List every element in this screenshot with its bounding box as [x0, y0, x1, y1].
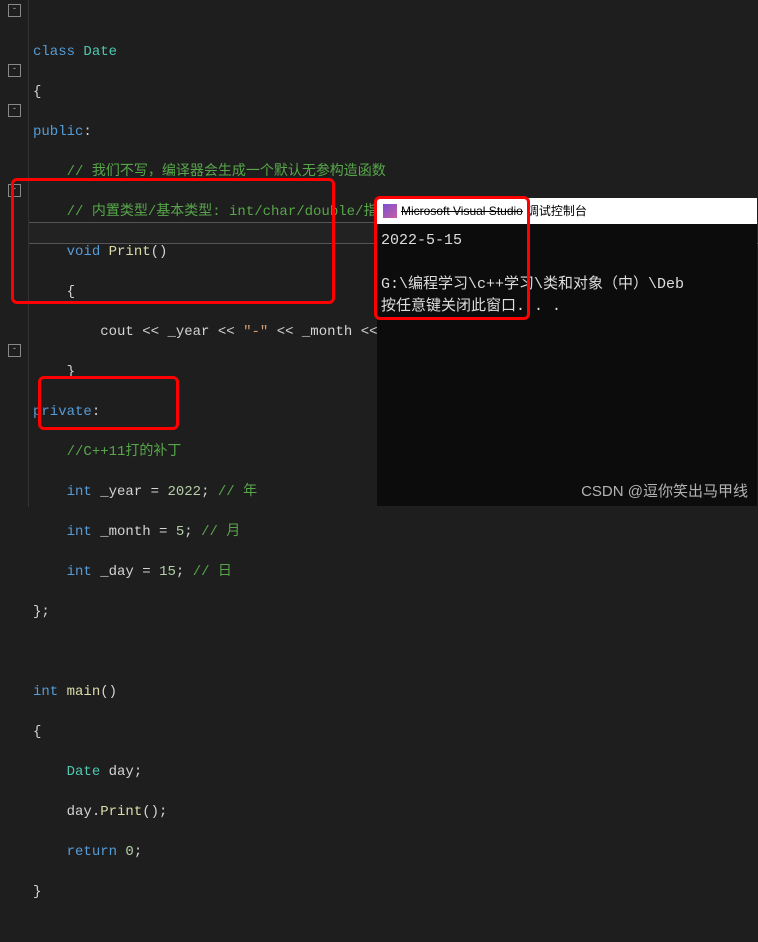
parens: (): [151, 244, 168, 260]
number: 0: [117, 844, 134, 860]
gutter: - - - - -: [0, 0, 29, 507]
type-int: int: [67, 484, 92, 500]
variable: _year: [92, 484, 151, 500]
number: 2022: [167, 484, 201, 500]
type-int: int: [67, 564, 92, 580]
code-text: day.: [67, 804, 101, 820]
colon: :: [92, 404, 100, 420]
variable: _year: [159, 324, 218, 340]
fold-icon[interactable]: -: [8, 344, 21, 357]
comment: // 年: [218, 484, 257, 500]
brace: };: [33, 604, 50, 620]
console-output-line: G:\编程学习\c++学习\类和对象（中）\Deb: [381, 276, 684, 293]
type-int: int: [33, 684, 58, 700]
keyword-void: void: [67, 244, 101, 260]
vs-icon: [383, 204, 397, 218]
variable: _month: [294, 324, 361, 340]
operator: <<: [277, 324, 294, 340]
semicolon: ;: [201, 484, 218, 500]
console-title-strike: Microsoft Visual Studio: [401, 198, 523, 224]
semicolon: ;: [134, 844, 142, 860]
operator: =: [159, 524, 176, 540]
brace: {: [33, 724, 41, 740]
keyword-public: public: [33, 124, 83, 140]
function-main: main: [58, 684, 100, 700]
comment: //C++11打的补丁: [67, 444, 182, 460]
variable: day;: [100, 764, 142, 780]
fold-icon[interactable]: -: [8, 4, 21, 17]
class-name: Date: [83, 44, 117, 60]
keyword-private: private: [33, 404, 92, 420]
console-output-line: 按任意键关闭此窗口. . .: [381, 298, 561, 315]
comment: // 我们不写，编译器会生成一个默认无参构造函数: [67, 164, 386, 180]
comment: // 月: [201, 524, 240, 540]
parens: (): [100, 684, 117, 700]
brace: {: [67, 284, 75, 300]
fold-icon[interactable]: -: [8, 104, 21, 117]
operator: =: [151, 484, 168, 500]
function-name: Print: [109, 244, 151, 260]
type-int: int: [67, 524, 92, 540]
console-window: Microsoft Visual Studio 调试控制台 2022-5-15 …: [377, 198, 757, 506]
code-text: ();: [142, 804, 167, 820]
comment: // 日: [193, 564, 232, 580]
colon: :: [83, 124, 91, 140]
fold-icon[interactable]: -: [8, 184, 21, 197]
brace: }: [67, 364, 75, 380]
keyword-return: return: [67, 844, 117, 860]
string: "-": [235, 324, 277, 340]
semicolon: ;: [184, 524, 201, 540]
variable: _day: [92, 564, 142, 580]
brace: }: [33, 884, 41, 900]
code-text: cout: [100, 324, 142, 340]
number: 15: [159, 564, 176, 580]
console-output-line: 2022-5-15: [381, 232, 462, 249]
semicolon: ;: [176, 564, 193, 580]
operator: <<: [361, 324, 378, 340]
keyword-class: class: [33, 44, 75, 60]
comment: // 内置类型/基本类型: int/char/double/指针...: [67, 204, 417, 220]
console-titlebar[interactable]: Microsoft Visual Studio 调试控制台: [377, 198, 757, 224]
fold-icon[interactable]: -: [8, 64, 21, 77]
function-name: Print: [100, 804, 142, 820]
operator: <<: [142, 324, 159, 340]
brace: {: [33, 84, 41, 100]
watermark: CSDN @逗你笑出马甲线: [581, 480, 748, 501]
number: 5: [176, 524, 184, 540]
console-body: 2022-5-15 G:\编程学习\c++学习\类和对象（中）\Deb 按任意键…: [377, 224, 757, 324]
operator: <<: [218, 324, 235, 340]
console-title-text: 调试控制台: [527, 198, 587, 224]
class-name: Date: [67, 764, 101, 780]
variable: _month: [92, 524, 159, 540]
operator: =: [142, 564, 159, 580]
